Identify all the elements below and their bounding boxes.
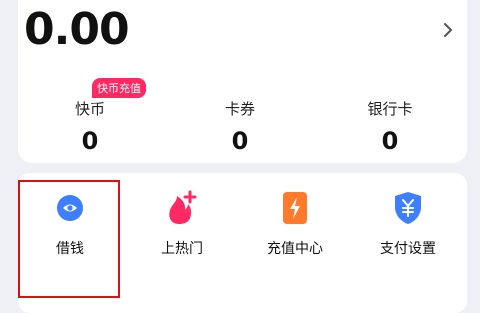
service-loan[interactable]: 借钱 <box>20 190 120 258</box>
stat-coupons[interactable]: 卡券 0 <box>180 98 300 155</box>
stat-coupons-label: 卡券 <box>224 100 255 118</box>
recharge-badge[interactable]: 快币充值 <box>92 78 146 98</box>
service-recharge-center[interactable]: 充值中心 <box>245 190 345 258</box>
stat-coins[interactable]: 快币 0 <box>30 98 150 155</box>
balance-amount: 0.00 <box>24 4 130 55</box>
service-recharge-center-label: 充值中心 <box>267 241 323 257</box>
service-payment-settings-label: 支付设置 <box>380 241 436 257</box>
flame-icon <box>132 190 232 226</box>
service-boost[interactable]: 上热门 <box>132 190 232 258</box>
service-payment-settings[interactable]: 支付设置 <box>358 190 458 258</box>
stat-coins-label: 快币 <box>74 100 105 118</box>
chevron-right-icon[interactable] <box>442 20 454 44</box>
stat-bank-cards-label: 银行卡 <box>367 100 413 118</box>
service-boost-label: 上热门 <box>161 241 203 257</box>
payment-shield-icon <box>358 190 458 226</box>
loan-icon <box>20 190 120 226</box>
recharge-icon <box>245 190 345 226</box>
stat-coins-value: 0 <box>81 127 99 155</box>
service-loan-label: 借钱 <box>56 241 84 257</box>
stat-coupons-value: 0 <box>231 127 249 155</box>
stat-bank-cards[interactable]: 银行卡 0 <box>330 98 450 155</box>
stat-bank-cards-value: 0 <box>381 127 399 155</box>
